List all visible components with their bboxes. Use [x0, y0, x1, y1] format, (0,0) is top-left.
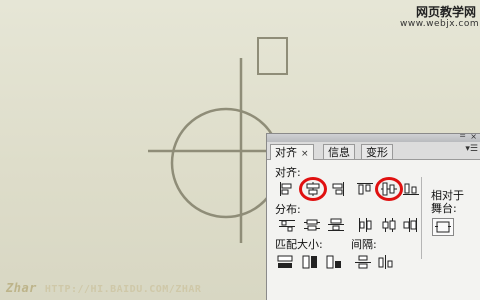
panel-options-menu-icon[interactable]: ▾☰ [465, 144, 478, 154]
tab-transform-label: 变形 [366, 146, 388, 159]
spacing-section-label: 间隔: [351, 238, 377, 251]
stage-label: 舞台: [431, 202, 457, 215]
site-logo: 网页教学网 www.webjx.com [400, 5, 480, 30]
distribute-top-button[interactable] [279, 218, 295, 232]
watermark-brand: Zhar [6, 281, 37, 295]
panel-divider [421, 177, 422, 259]
distribute-right-button[interactable] [403, 218, 419, 232]
distribute-section-label: 分布: [275, 203, 301, 216]
panel-title-bar[interactable] [267, 134, 480, 142]
highlight-ring-horizontal-center [299, 177, 327, 201]
panel-minimize-icon[interactable]: = [459, 131, 466, 141]
tab-align[interactable]: 对齐 × [270, 144, 314, 160]
site-name-en: www.webjx.com [400, 19, 480, 29]
tab-info[interactable]: 信息 [323, 144, 355, 159]
panel-tabstrip: 对齐 × 信息 变形 ▾☰ [267, 142, 480, 160]
align-top-button[interactable] [357, 182, 373, 196]
match-height-button[interactable] [302, 255, 318, 269]
match-width-height-button[interactable] [326, 255, 342, 269]
watermark: Zhar HTTP://HI.BAIDU.COM/ZHAR [6, 281, 201, 295]
watermark-url: HTTP://HI.BAIDU.COM/ZHAR [44, 284, 202, 295]
tab-close-icon[interactable]: × [301, 149, 309, 159]
tab-info-label: 信息 [328, 146, 350, 159]
align-left-button[interactable] [279, 182, 295, 196]
space-evenly-horizontal-button[interactable] [378, 255, 394, 269]
align-section-label: 对齐: [275, 166, 301, 179]
align-bottom-button[interactable] [403, 182, 419, 196]
relative-to-label: 相对于 [431, 189, 464, 202]
distribute-vertical-center-button[interactable] [304, 218, 320, 232]
match-size-section-label: 匹配大小: [275, 238, 323, 251]
canvas-rectangle [257, 37, 288, 75]
align-panel: = × 对齐 × 信息 变形 ▾☰ [266, 131, 480, 300]
highlight-ring-vertical-center [375, 177, 403, 201]
align-right-button[interactable] [329, 182, 345, 196]
panel-close-icon[interactable]: × [470, 132, 477, 142]
site-name-cn: 网页教学网 [415, 5, 476, 19]
distribute-horizontal-center-button[interactable] [381, 218, 397, 232]
match-width-button[interactable] [277, 255, 293, 269]
canvas-circle [170, 107, 282, 219]
relative-to-stage-button[interactable] [432, 218, 454, 236]
tab-transform[interactable]: 变形 [361, 144, 393, 159]
distribute-bottom-button[interactable] [328, 218, 344, 232]
tab-align-label: 对齐 [275, 146, 297, 159]
space-evenly-vertical-button[interactable] [355, 255, 371, 269]
distribute-left-button[interactable] [357, 218, 373, 232]
